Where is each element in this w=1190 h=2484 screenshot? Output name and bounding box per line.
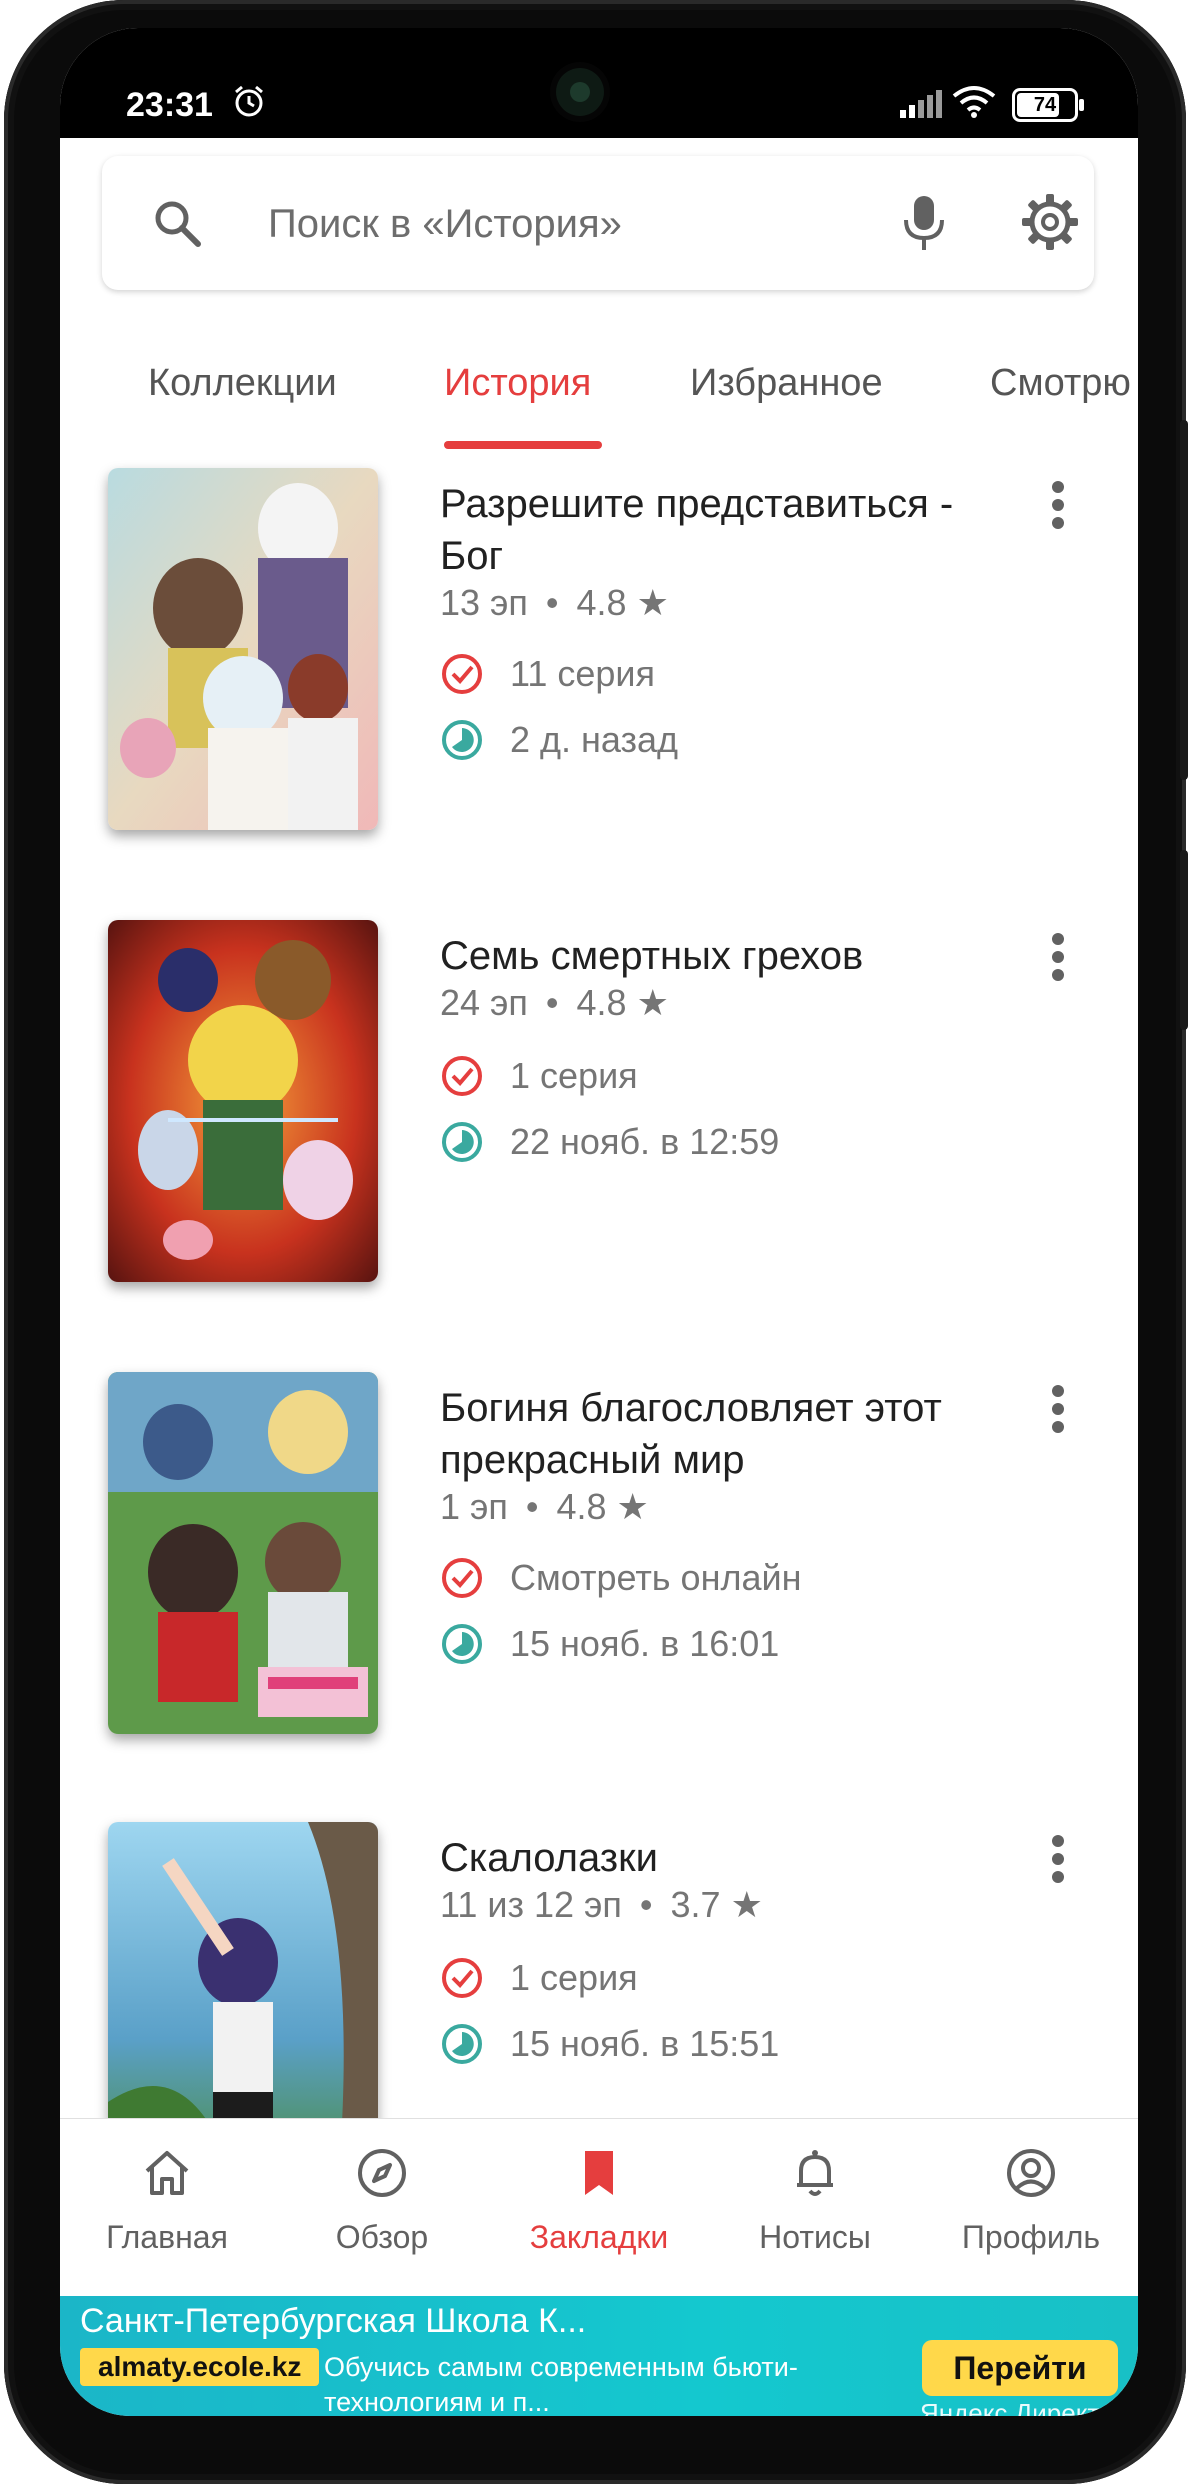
bell-icon — [797, 2150, 833, 2196]
ad-domain[interactable]: almaty.ecole.kz — [80, 2348, 320, 2386]
clock-icon — [442, 720, 482, 760]
wifi-icon — [952, 86, 996, 118]
item-title[interactable]: Скалолазки — [440, 1832, 1000, 1884]
battery-icon: 74 — [1012, 88, 1084, 122]
watched-time: 22 нояб. в 12:59 — [510, 1121, 780, 1162]
nav-explore[interactable]: Обзор — [287, 2119, 477, 2295]
clock-icon — [442, 1624, 482, 1664]
ad-go-button[interactable]: Перейти — [922, 2340, 1118, 2396]
watched-time: 15 нояб. в 15:51 — [510, 2023, 780, 2064]
more-vert-icon[interactable] — [1050, 1384, 1066, 1434]
search-bar[interactable] — [102, 156, 1094, 290]
clock-icon — [442, 2024, 482, 2064]
tab-collections[interactable]: Коллекции — [148, 362, 337, 405]
watched-episode: 11 серия — [510, 653, 656, 694]
rating: 4.8 ★ — [576, 582, 669, 623]
ad-text: Обучись самым современным бьюти-технолог… — [324, 2352, 798, 2416]
ad-source: Яндекс.Директ — [920, 2398, 1100, 2416]
phone-frame: 23:31 74 Поиск в «История» Коллекции Ист… — [4, 0, 1188, 2484]
item-meta: 24 эп • 4.8 ★ — [440, 982, 669, 1023]
screen: 23:31 74 Поиск в «История» Коллекции Ист… — [60, 28, 1138, 2416]
active-tab-indicator — [444, 441, 602, 449]
nav-label: Обзор — [335, 2219, 429, 2255]
item-title[interactable]: Разрешите представиться - Бог — [440, 478, 1000, 582]
signal-icon — [900, 90, 942, 118]
list-item[interactable]: Разрешите представиться - Бог 13 эп • 4.8 … — [60, 468, 1138, 918]
episode-count: 11 из 12 эп — [440, 1884, 622, 1925]
bookmark-icon — [585, 2151, 613, 2195]
side-button — [1180, 850, 1188, 1030]
battery-level: 74 — [1033, 94, 1057, 116]
nav-label: Закладки — [529, 2219, 669, 2255]
list-item[interactable]: Семь смертных грехов 24 эп • 4.8 ★ 1 серия… — [60, 920, 1138, 1370]
nav-label: Главная — [106, 2219, 228, 2255]
front-camera — [556, 68, 604, 116]
episode-count: 13 эп — [440, 582, 528, 623]
check-circle-icon — [442, 654, 482, 694]
item-title[interactable]: Богиня благословляет этот прекрасный мир — [440, 1382, 1000, 1486]
check-circle-icon — [442, 1558, 482, 1598]
search-icon[interactable] — [152, 198, 202, 248]
check-circle-icon — [442, 1958, 482, 1998]
clock-icon — [442, 1122, 482, 1162]
tab-history[interactable]: История — [444, 362, 591, 405]
search-input[interactable] — [266, 196, 810, 252]
ad-banner[interactable]: Санкт-Петербургская Школа К... almaty.ec… — [60, 2296, 1138, 2416]
poster-image[interactable] — [108, 1372, 378, 1734]
watched-episode: Смотреть онлайн — [510, 1557, 802, 1598]
compass-icon — [358, 2149, 406, 2197]
item-meta: 11 из 12 эп • 3.7 ★ — [440, 1884, 763, 1925]
tab-watching[interactable]: Смотрю — [990, 362, 1131, 405]
more-vert-icon[interactable] — [1050, 480, 1066, 530]
item-title[interactable]: Семь смертных грехов — [440, 930, 1000, 982]
status-time: 23:31 — [126, 86, 213, 124]
nav-bookmarks[interactable]: Закладки — [504, 2119, 694, 2295]
mic-icon[interactable] — [902, 194, 946, 252]
poster-image[interactable] — [108, 468, 378, 830]
poster-image[interactable] — [108, 920, 378, 1282]
list-item[interactable]: Богиня благословляет этот прекрасный мир… — [60, 1372, 1138, 1822]
watched-episode: 1 серия — [510, 1055, 638, 1096]
rating: 4.8 ★ — [556, 1486, 649, 1527]
watched-time: 15 нояб. в 16:01 — [510, 1623, 780, 1664]
episode-count: 1 эп — [440, 1486, 508, 1527]
status-bar: 23:31 74 — [60, 28, 1138, 138]
nav-label: Профиль — [961, 2219, 1101, 2255]
ad-title[interactable]: Санкт-Петербургская Школа К... — [80, 2302, 586, 2341]
nav-home[interactable]: Главная — [72, 2119, 262, 2295]
gear-icon[interactable] — [1020, 192, 1080, 252]
watched-time: 2 д. назад — [510, 719, 679, 760]
tab-bar: Коллекции История Избранное Смотрю — [60, 324, 1138, 454]
bottom-nav: Главная Обзор Закладки Нотисы Профиль — [60, 2118, 1138, 2295]
watched-episode: 1 серия — [510, 1957, 638, 1998]
rating: 4.8 ★ — [576, 982, 669, 1023]
profile-icon — [1007, 2149, 1055, 2197]
check-circle-icon — [442, 1056, 482, 1096]
home-icon — [145, 2151, 189, 2195]
nav-profile[interactable]: Профиль — [936, 2119, 1126, 2295]
nav-notices[interactable]: Нотисы — [720, 2119, 910, 2295]
episode-count: 24 эп — [440, 982, 528, 1023]
alarm-icon — [235, 85, 263, 117]
nav-label: Нотисы — [759, 2219, 871, 2255]
item-meta: 13 эп • 4.8 ★ — [440, 582, 669, 623]
rating: 3.7 ★ — [670, 1884, 763, 1925]
more-vert-icon[interactable] — [1050, 932, 1066, 982]
more-vert-icon[interactable] — [1050, 1834, 1066, 1884]
tab-favorites[interactable]: Избранное — [690, 362, 883, 405]
item-meta: 1 эп • 4.8 ★ — [440, 1486, 649, 1527]
side-button — [1180, 420, 1188, 780]
